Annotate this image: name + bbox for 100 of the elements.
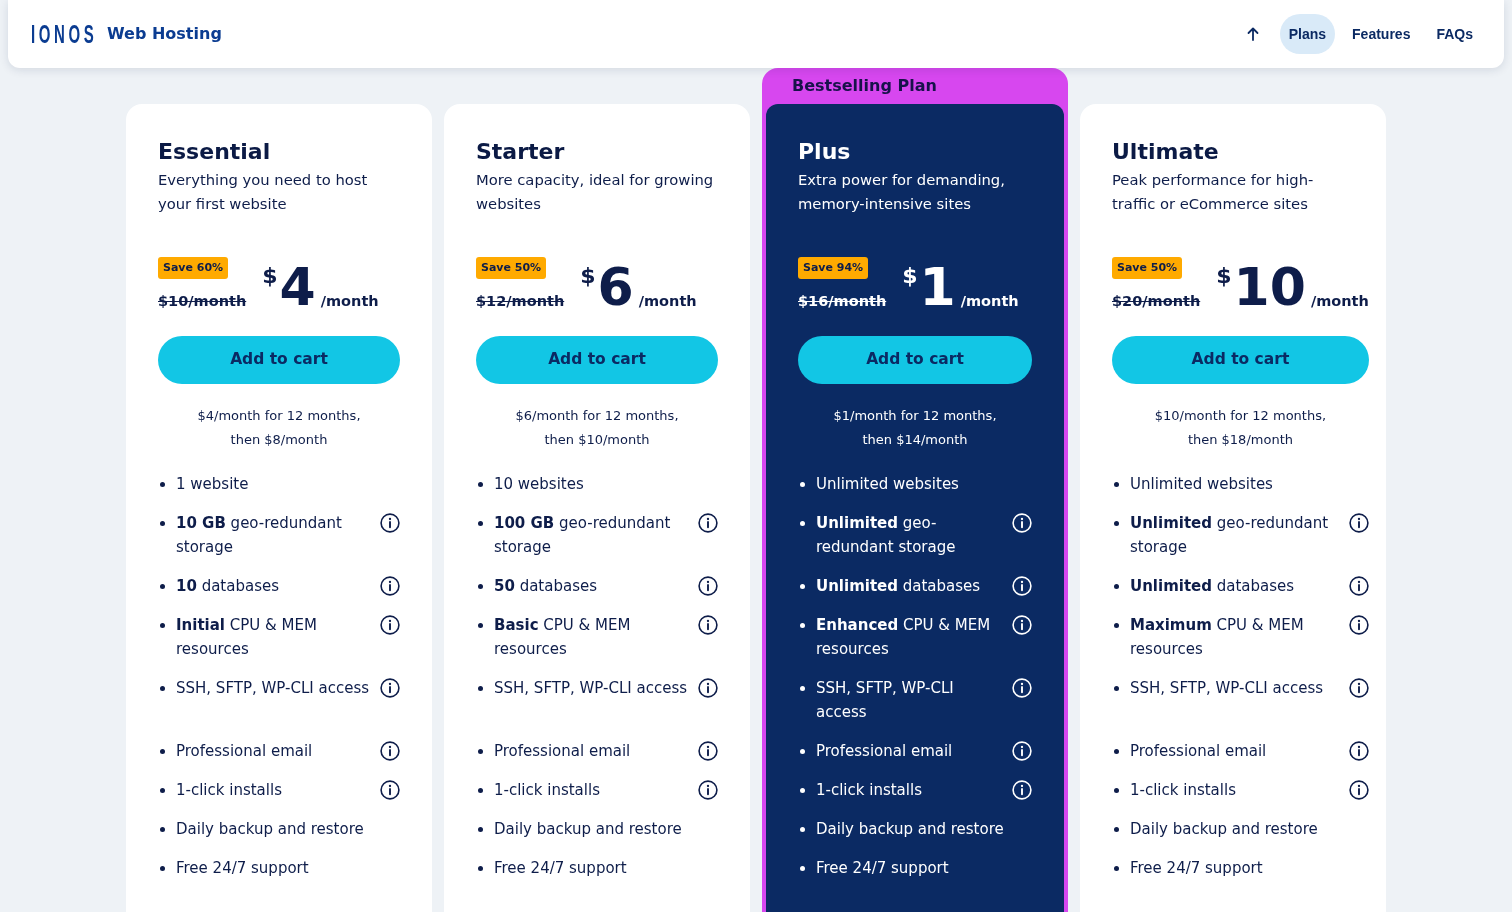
- bullet-icon: [478, 521, 483, 526]
- bullet-icon: [800, 623, 805, 628]
- feature-text: Free 24/7 support: [494, 858, 628, 879]
- info-icon[interactable]: [380, 780, 400, 800]
- feature-text: Daily backup and restore: [1130, 819, 1319, 840]
- info-icon[interactable]: [1348, 741, 1369, 761]
- feature-text: Professional email: [816, 741, 954, 762]
- feature-text: Unlimited databases: [816, 576, 982, 597]
- bullet-icon: [478, 623, 483, 628]
- bullet-icon: [1114, 866, 1119, 871]
- bullet-icon: [1114, 521, 1119, 526]
- billing-note: $10/month for 12 months, then $18/month: [1153, 407, 1328, 449]
- nav-link[interactable]: FAQs: [1427, 14, 1482, 54]
- info-icon[interactable]: [1348, 678, 1369, 698]
- info-icon[interactable]: [380, 678, 400, 698]
- bullet-icon: [160, 749, 165, 754]
- price-amount: 10: [1233, 261, 1306, 313]
- info-icon[interactable]: [698, 576, 718, 596]
- bullet-icon: [800, 584, 805, 589]
- info-icon[interactable]: [1348, 780, 1369, 800]
- info-icon[interactable]: [698, 615, 718, 635]
- bullet-icon: [1114, 623, 1119, 628]
- feature-text: Professional email: [494, 741, 632, 762]
- add-to-cart-button[interactable]: Add to cart: [476, 336, 718, 384]
- discount-badge: Save 50%: [1112, 257, 1183, 279]
- billing-note: $4/month for 12 months, then $8/month: [196, 407, 362, 449]
- feature-text: SSH, SFTP, WP-CLI access: [816, 678, 955, 723]
- info-icon[interactable]: [380, 741, 400, 761]
- billing-note: $1/month for 12 months, then $14/month: [832, 407, 998, 449]
- arrow-up-icon[interactable]: [1246, 27, 1259, 41]
- bullet-icon: [800, 866, 805, 871]
- bullet-icon: [160, 584, 165, 589]
- bullet-icon: [160, 866, 165, 871]
- bullet-icon: [478, 749, 483, 754]
- price-period: /month: [638, 292, 697, 311]
- plan-description: More capacity, ideal for growing websites: [476, 170, 715, 214]
- feature-text: 100 GB geo-redundant storage: [494, 513, 672, 558]
- add-to-cart-button[interactable]: Add to cart: [798, 336, 1032, 384]
- bullet-icon: [160, 623, 165, 628]
- discount-badge: Save 50%: [476, 257, 547, 279]
- add-to-cart-button[interactable]: Add to cart: [158, 336, 400, 384]
- info-icon[interactable]: [1348, 513, 1369, 533]
- bestseller-label: Bestselling Plan: [791, 75, 938, 97]
- plan-name: Ultimate: [1112, 138, 1220, 166]
- bullet-icon: [478, 788, 483, 793]
- billing-note: $6/month for 12 months, then $10/month: [514, 407, 680, 449]
- currency-symbol: $: [902, 265, 918, 287]
- info-icon[interactable]: [698, 780, 718, 800]
- currency-symbol: $: [580, 265, 596, 287]
- feature-text: 10 databases: [176, 576, 280, 597]
- feature-text: Unlimited geo-redundant storage: [1130, 513, 1330, 558]
- feature-text: 10 GB geo-redundant storage: [176, 513, 343, 558]
- info-icon[interactable]: [380, 576, 400, 596]
- bullet-icon: [800, 749, 805, 754]
- info-icon[interactable]: [698, 741, 718, 761]
- bullet-icon: [478, 482, 483, 487]
- info-icon[interactable]: [380, 615, 400, 635]
- feature-text: 1-click installs: [816, 780, 923, 801]
- currency-symbol: $: [1216, 265, 1232, 287]
- bullet-icon: [478, 686, 483, 691]
- info-icon[interactable]: [1348, 576, 1369, 596]
- discount-badge: Save 60%: [158, 257, 229, 279]
- feature-text: Daily backup and restore: [494, 819, 683, 840]
- info-icon[interactable]: [1348, 615, 1369, 635]
- bullet-icon: [1114, 749, 1119, 754]
- plan-name: Starter: [476, 138, 566, 166]
- price-amount: 6: [597, 261, 634, 313]
- nav-link[interactable]: Plans: [1279, 14, 1336, 54]
- feature-text: Enhanced CPU & MEM resources: [816, 615, 992, 660]
- bullet-icon: [1114, 827, 1119, 832]
- feature-text: Daily backup and restore: [816, 819, 1005, 840]
- info-icon[interactable]: [698, 513, 718, 533]
- bullet-icon: [1114, 584, 1119, 589]
- info-icon[interactable]: [380, 513, 400, 533]
- bullet-icon: [160, 482, 165, 487]
- bullet-icon: [800, 788, 805, 793]
- feature-text: Basic CPU & MEM resources: [494, 615, 632, 660]
- price-amount: 1: [919, 261, 956, 313]
- feature-text: Daily backup and restore: [176, 819, 365, 840]
- feature-text: Professional email: [1130, 741, 1268, 762]
- original-price: $12/month: [476, 292, 565, 311]
- feature-text: 1-click installs: [1130, 780, 1237, 801]
- bullet-icon: [160, 521, 165, 526]
- logo[interactable]: IONOS: [31, 23, 101, 45]
- bullet-icon: [160, 788, 165, 793]
- original-price: $20/month: [1112, 292, 1201, 311]
- feature-text: Maximum CPU & MEM resources: [1130, 615, 1305, 660]
- feature-text: Free 24/7 support: [176, 858, 310, 879]
- feature-text: SSH, SFTP, WP-CLI access: [494, 678, 688, 699]
- original-price: $16/month: [798, 292, 887, 311]
- feature-text: Initial CPU & MEM resources: [176, 615, 318, 660]
- add-to-cart-button[interactable]: Add to cart: [1112, 336, 1369, 384]
- bullet-icon: [478, 584, 483, 589]
- product-name: Web Hosting: [107, 23, 222, 45]
- feature-text: Unlimited databases: [1130, 576, 1296, 597]
- nav-link[interactable]: Features: [1343, 14, 1420, 54]
- bullet-icon: [478, 866, 483, 871]
- feature-text: Unlimited websites: [816, 474, 960, 495]
- price-amount: 4: [279, 261, 316, 313]
- info-icon[interactable]: [698, 678, 718, 698]
